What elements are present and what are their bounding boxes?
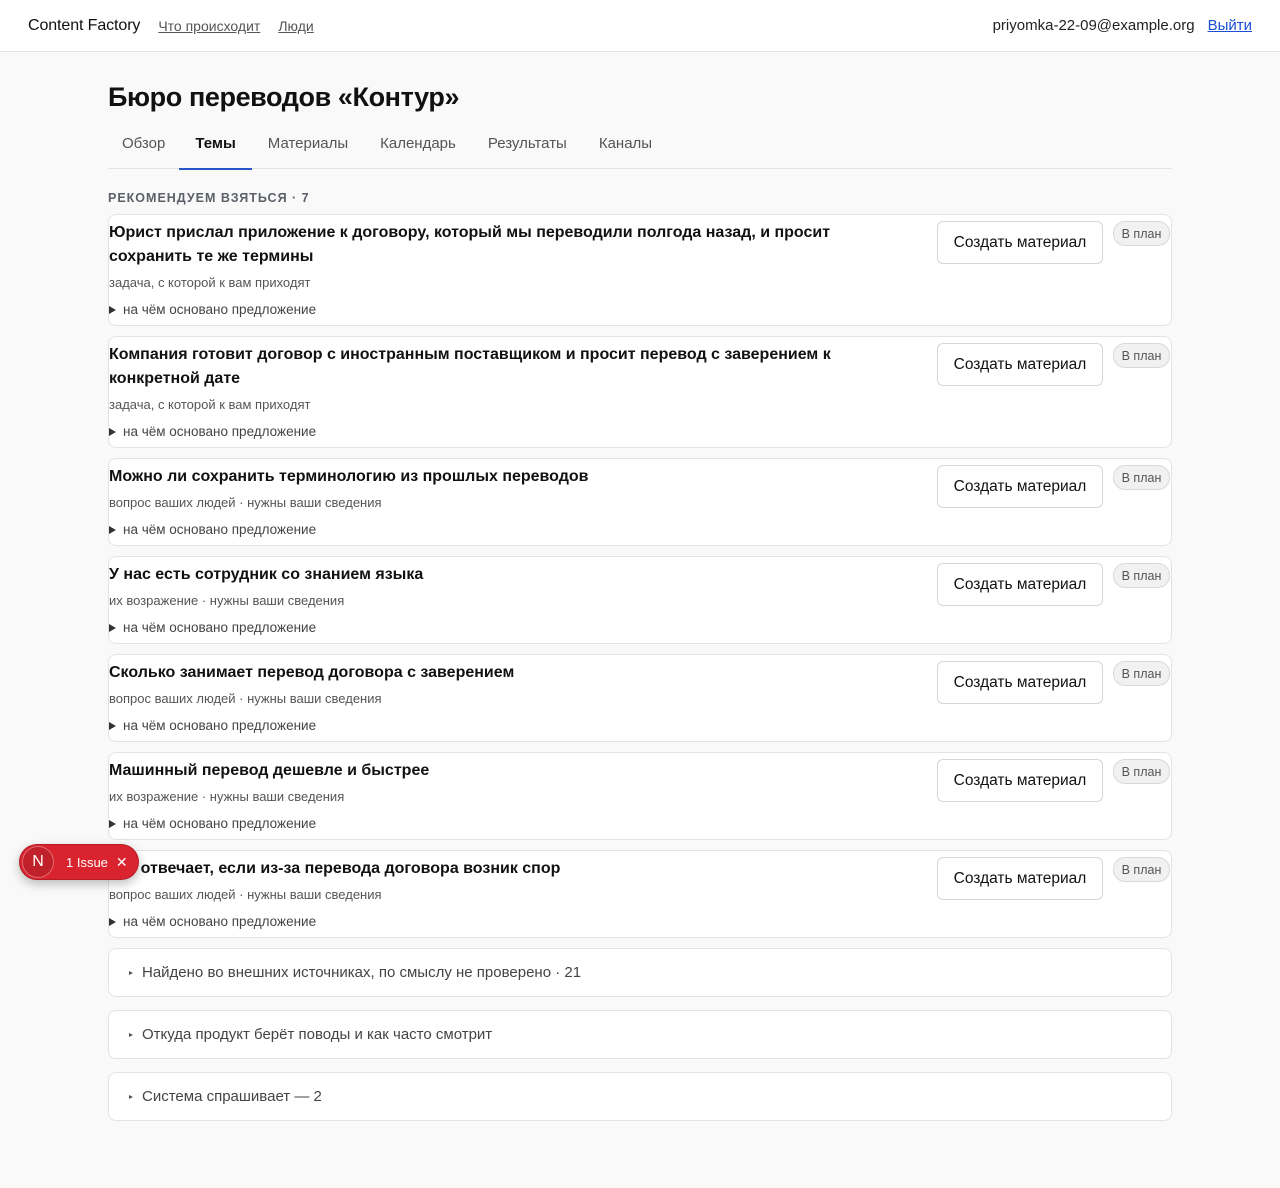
disclosure-triangle-icon (129, 1032, 133, 1037)
tab-topics[interactable]: Темы (179, 127, 253, 170)
basis-toggle-label: на чём основано предложение (123, 424, 317, 439)
collapsible-sources-frequency[interactable]: Откуда продукт берёт поводы и как часто … (108, 1010, 1172, 1059)
issue-count: 1 Issue (66, 854, 108, 870)
recommended-list: Юрист прислал приложение к договору, кот… (108, 214, 1172, 938)
tab-bar: Обзор Темы Материалы Календарь Результат… (108, 127, 1172, 170)
tab-materials[interactable]: Материалы (252, 127, 364, 169)
create-material-button[interactable]: Создать материал (937, 857, 1103, 900)
disclosure-triangle-icon (109, 526, 116, 534)
disclosure-triangle-icon (109, 428, 116, 436)
disclosure-triangle-icon (109, 624, 116, 632)
tab-overview[interactable]: Обзор (108, 127, 179, 169)
create-material-button[interactable]: Создать материал (937, 465, 1103, 508)
create-material-button[interactable]: Создать материал (937, 221, 1103, 264)
create-material-button[interactable]: Создать материал (937, 661, 1103, 704)
add-to-plan-button[interactable]: В план (1113, 661, 1170, 686)
basis-toggle-label: на чём основано предложение (123, 914, 317, 929)
basis-toggle[interactable]: на чём основано предложение (109, 521, 1171, 539)
basis-toggle[interactable]: на чём основано предложение (109, 717, 1171, 735)
nav-link-whats-happening[interactable]: Что происходит (158, 18, 260, 34)
topic-meta: задача, с которой к вам приходят (109, 275, 311, 290)
user-email: priyomka-22-09@example.org (992, 17, 1195, 34)
tab-calendar[interactable]: Календарь (364, 127, 472, 169)
collapsible-external-sources[interactable]: Найдено во внешних источниках, по смыслу… (108, 948, 1172, 997)
logout-link[interactable]: Выйти (1208, 17, 1252, 34)
disclosure-triangle-icon (129, 1094, 133, 1099)
collapsible-label: Найдено во внешних источниках, по смыслу… (142, 964, 582, 981)
add-to-plan-button[interactable]: В план (1113, 857, 1170, 882)
topic-card: Можно ли сохранить терминологию из прошл… (108, 458, 1172, 546)
nextjs-logo-icon: N (22, 846, 54, 878)
disclosure-triangle-icon (109, 820, 116, 828)
topic-card: Машинный перевод дешевле и быстрее их воз… (108, 752, 1172, 840)
topic-card: Компания готовит договор с иностранным п… (108, 336, 1172, 448)
main-content: Бюро переводов «Контур» Обзор Темы Матер… (108, 82, 1172, 1121)
basis-toggle-label: на чём основано предложение (123, 718, 317, 733)
disclosure-triangle-icon (109, 918, 116, 926)
top-bar: Content Factory Что происходит Люди priy… (0, 0, 1280, 52)
topic-meta: задача, с которой к вам приходят (109, 397, 311, 412)
brand-name[interactable]: Content Factory (28, 17, 140, 35)
nav-link-people[interactable]: Люди (278, 18, 313, 34)
close-icon[interactable]: ✕ (116, 854, 128, 871)
basis-toggle-label: на чём основано предложение (123, 816, 317, 831)
topic-card: Юрист прислал приложение к договору, кот… (108, 214, 1172, 326)
user-area: priyomka-22-09@example.org Выйти (993, 17, 1252, 34)
basis-toggle[interactable]: на чём основано предложение (109, 423, 1171, 441)
add-to-plan-button[interactable]: В план (1113, 759, 1170, 784)
topic-card: У нас есть сотрудник со знанием языка их … (108, 556, 1172, 644)
basis-toggle-label: на чём основано предложение (123, 302, 317, 317)
basis-toggle[interactable]: на чём основано предложение (109, 913, 1171, 931)
basis-toggle-label: на чём основано предложение (123, 620, 317, 635)
basis-toggle-label: на чём основано предложение (123, 522, 317, 537)
issue-badge[interactable]: N 1 Issue ✕ (19, 844, 139, 880)
create-material-button[interactable]: Создать материал (937, 343, 1103, 386)
create-material-button[interactable]: Создать материал (937, 563, 1103, 606)
add-to-plan-button[interactable]: В план (1113, 563, 1170, 588)
disclosure-triangle-icon (109, 722, 116, 730)
recommended-section-label: РЕКОМЕНДУЕМ ВЗЯТЬСЯ · 7 (108, 191, 310, 205)
tab-channels[interactable]: Каналы (583, 127, 668, 169)
collapsible-system-asks[interactable]: Система спрашивает — 2 (108, 1072, 1172, 1121)
page-title: Бюро переводов «Контур» (108, 82, 460, 112)
topic-card: Кто отвечает, если из-за перевода догово… (108, 850, 1172, 938)
basis-toggle[interactable]: на чём основано предложение (109, 301, 1171, 319)
collapsible-label: Откуда продукт берёт поводы и как часто … (142, 1026, 493, 1043)
add-to-plan-button[interactable]: В план (1113, 465, 1170, 490)
add-to-plan-button[interactable]: В план (1113, 221, 1170, 246)
disclosure-triangle-icon (129, 970, 133, 975)
collapsible-label: Система спрашивает — 2 (142, 1088, 322, 1105)
topic-card: Сколько занимает перевод договора с заве… (108, 654, 1172, 742)
add-to-plan-button[interactable]: В план (1113, 343, 1170, 368)
tab-results[interactable]: Результаты (472, 127, 583, 169)
disclosure-triangle-icon (109, 306, 116, 314)
create-material-button[interactable]: Создать материал (937, 759, 1103, 802)
basis-toggle[interactable]: на чём основано предложение (109, 619, 1171, 637)
basis-toggle[interactable]: на чём основано предложение (109, 815, 1171, 833)
